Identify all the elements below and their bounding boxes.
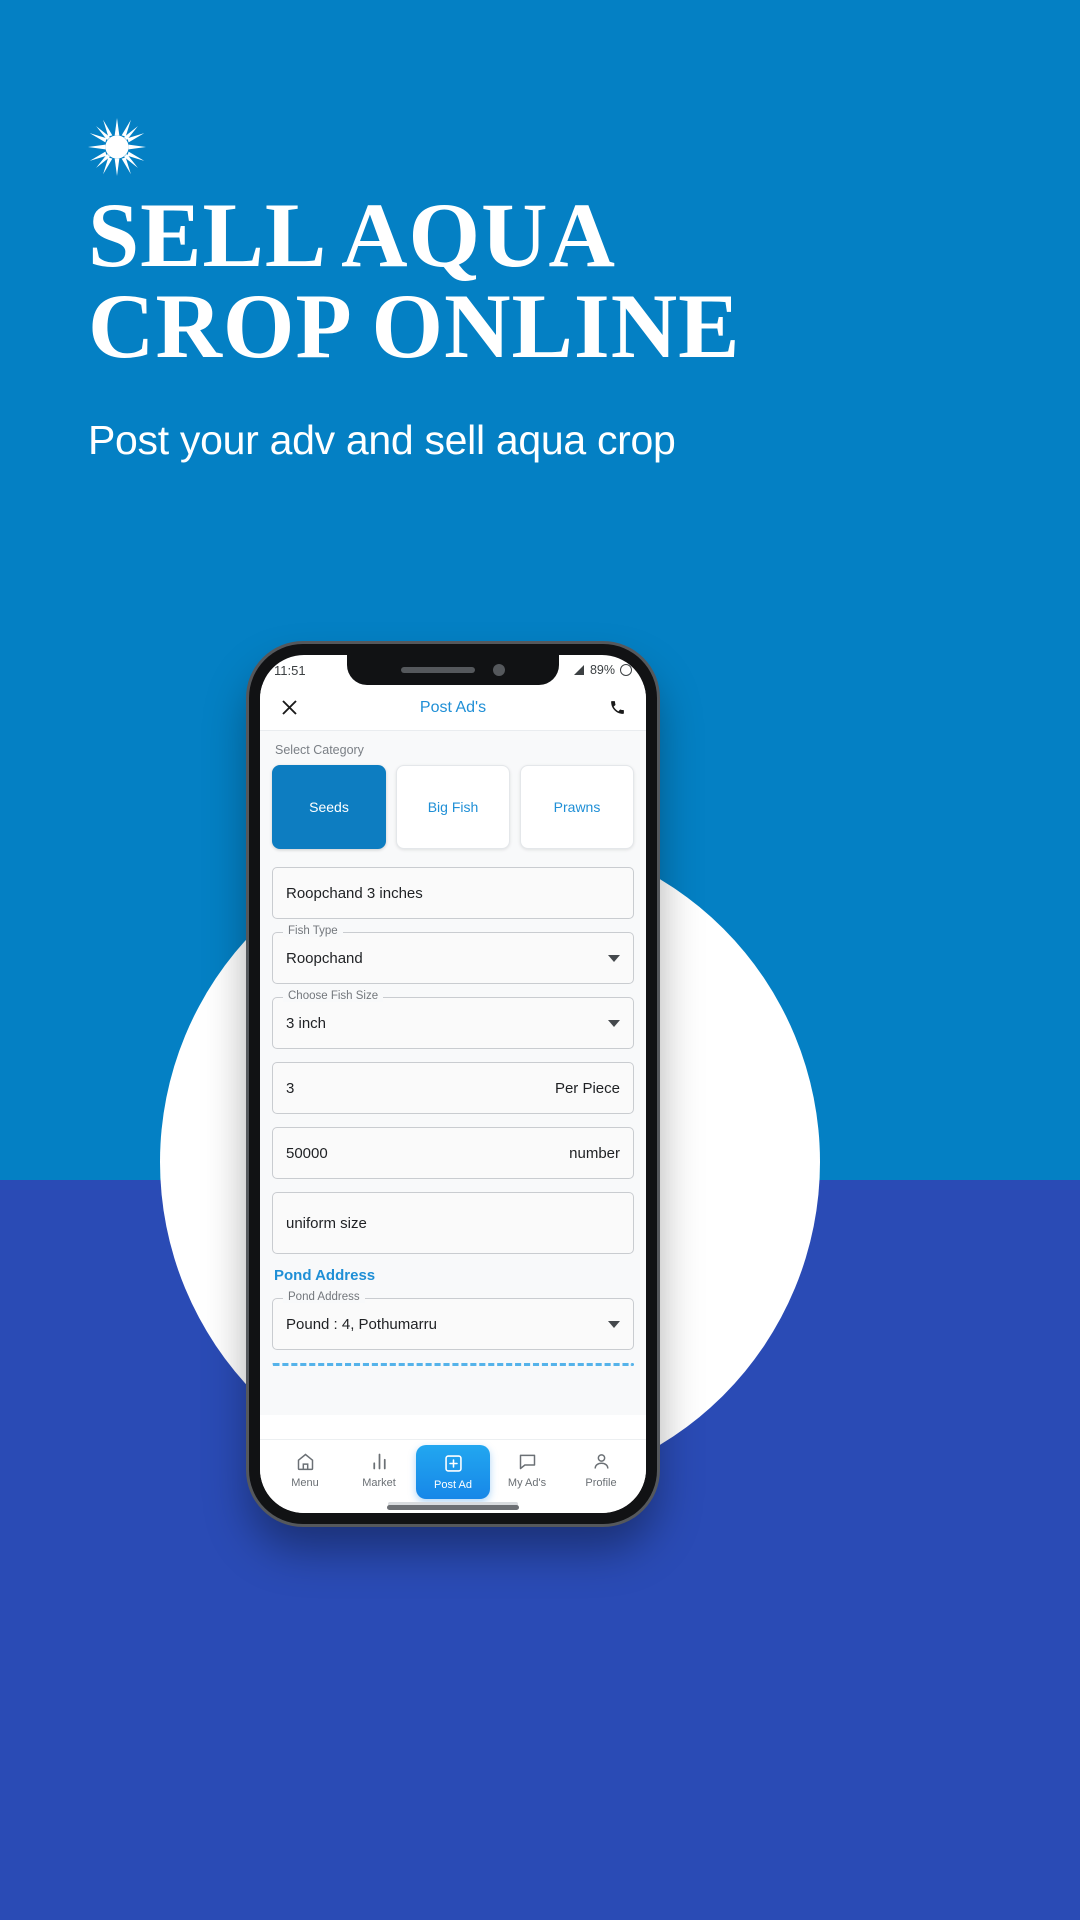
bar-chart-icon xyxy=(369,1450,390,1472)
pond-address-select[interactable]: Pond Address Pound : 4, Pothumarru xyxy=(272,1291,634,1350)
category-chip-label: Seeds xyxy=(309,799,349,815)
nav-item-label: Market xyxy=(362,1477,396,1489)
category-chip-label: Big Fish xyxy=(427,799,479,815)
select-category-label: Select Category xyxy=(275,743,364,757)
person-icon xyxy=(591,1450,612,1472)
phone-screen: 11:51 89% Post Ad's Select Category Seed… xyxy=(260,655,646,1513)
close-icon[interactable] xyxy=(276,695,302,721)
pond-address-legend: Pond Address xyxy=(283,1291,365,1303)
fish-size-select[interactable]: Choose Fish Size 3 inch xyxy=(272,990,634,1049)
phone-home-indicator xyxy=(387,1505,519,1510)
headline-line-2: CROP ONLINE xyxy=(88,275,741,378)
status-time: 11:51 xyxy=(274,662,306,678)
fish-type-select[interactable]: Fish Type Roopchand xyxy=(272,925,634,984)
ad-title-value: Roopchand 3 inches xyxy=(286,884,423,902)
price-unit-label: Per Piece xyxy=(554,1079,620,1097)
description-textarea[interactable]: uniform size xyxy=(272,1192,634,1254)
category-chip-label: Prawns xyxy=(553,799,601,815)
app-bar-title: Post Ad's xyxy=(419,698,487,716)
price-value: 3 xyxy=(286,1079,295,1097)
price-input[interactable]: 3 Per Piece xyxy=(272,1062,634,1114)
nav-item-profile[interactable]: Profile xyxy=(564,1450,638,1489)
category-chip-big-fish[interactable]: Big Fish xyxy=(396,765,510,849)
page-title: SELL AQUA CROP ONLINE xyxy=(88,189,908,378)
quantity-value: 50000 xyxy=(286,1144,328,1162)
nav-item-label: My Ad's xyxy=(507,1477,547,1489)
hero-subtitle: Post your adv and sell aqua crop xyxy=(88,417,676,463)
chat-bubble-icon xyxy=(517,1450,538,1472)
quantity-unit-label: number xyxy=(569,1144,620,1162)
quantity-input[interactable]: 50000 number xyxy=(272,1127,634,1179)
post-ad-form: Select Category Seeds Big Fish Prawns Ro… xyxy=(260,731,646,1415)
headline-line-1: SELL AQUA xyxy=(88,184,616,286)
battery-percent-label: 89% xyxy=(589,663,615,677)
dashed-upload-divider xyxy=(272,1363,634,1366)
home-icon xyxy=(295,1450,316,1472)
nav-item-my-ads[interactable]: My Ad's xyxy=(490,1450,564,1489)
nav-item-label: Profile xyxy=(585,1477,617,1489)
app-bar: Post Ad's xyxy=(260,685,646,731)
pond-address-value: Pound : 4, Pothumarru xyxy=(286,1315,437,1333)
chevron-down-icon[interactable] xyxy=(608,1019,620,1027)
status-bar: 11:51 89% xyxy=(260,655,646,685)
pond-address-section-title: Pond Address xyxy=(274,1267,376,1284)
starburst-icon xyxy=(88,118,146,176)
category-chip-group: Seeds Big Fish Prawns xyxy=(272,765,634,849)
plus-square-icon xyxy=(443,1452,464,1474)
nav-item-label: Menu xyxy=(291,1477,319,1489)
chevron-down-icon[interactable] xyxy=(608,1320,620,1328)
signal-triangle-icon xyxy=(573,665,584,675)
category-chip-seeds[interactable]: Seeds xyxy=(272,765,386,849)
description-value: uniform size xyxy=(286,1214,367,1232)
fish-size-value: 3 inch xyxy=(286,1014,327,1032)
nav-item-menu[interactable]: Menu xyxy=(268,1450,342,1489)
ad-title-input[interactable]: Roopchand 3 inches xyxy=(272,867,634,919)
phone-call-icon[interactable] xyxy=(604,695,630,721)
chevron-down-icon[interactable] xyxy=(608,954,620,962)
battery-ring-icon xyxy=(620,664,632,676)
bottom-navigation: Menu Market Post Ad My Ad's Profile xyxy=(260,1439,646,1513)
nav-item-post-ad[interactable]: Post Ad xyxy=(416,1445,490,1499)
fish-type-legend: Fish Type xyxy=(283,925,343,937)
phone-mockup: 11:51 89% Post Ad's Select Category Seed… xyxy=(249,644,657,1524)
fish-type-value: Roopchand xyxy=(286,949,363,967)
fish-size-legend: Choose Fish Size xyxy=(283,990,384,1002)
category-chip-prawns[interactable]: Prawns xyxy=(520,765,634,849)
nav-item-market[interactable]: Market xyxy=(342,1450,416,1489)
nav-item-label: Post Ad xyxy=(434,1479,472,1491)
